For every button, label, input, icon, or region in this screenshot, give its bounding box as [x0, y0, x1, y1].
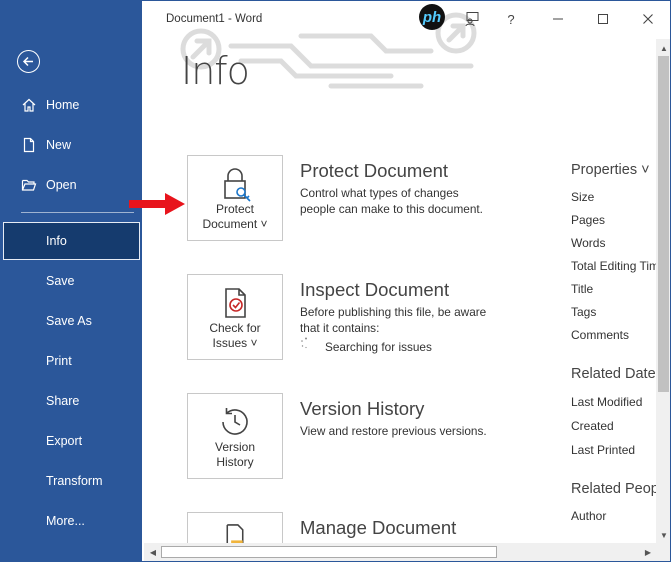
sidebar-item-home[interactable]: Home — [1, 87, 142, 123]
property-size: Size — [571, 190, 595, 204]
version-history-button[interactable]: Version History — [187, 393, 283, 479]
property-last-modified: Last Modified — [571, 395, 643, 409]
sidebar-item-save[interactable]: Save — [1, 263, 142, 299]
version-history-title: Version History — [300, 398, 425, 419]
property-title: Title — [571, 282, 594, 296]
sidebar-item-label: Save — [46, 274, 75, 288]
sidebar-item-label: Home — [46, 98, 80, 112]
folder-open-icon — [21, 179, 37, 191]
sidebar-item-info[interactable]: Info — [3, 222, 140, 260]
protect-document-desc-line2: people can make to this document. — [300, 202, 483, 216]
sidebar-item-label: Share — [46, 394, 80, 408]
check-for-issues-label-line1: Check for — [209, 321, 261, 335]
home-icon — [22, 98, 36, 112]
sidebar-item-new[interactable]: New — [1, 127, 142, 163]
scroll-left-arrow-icon[interactable]: ◀ — [146, 545, 160, 559]
scroll-down-arrow-icon[interactable]: ▼ — [657, 528, 670, 542]
word-backstage-window: Home New Open Info Save Save As Print Sh… — [0, 0, 671, 562]
sidebar-item-label: Save As — [46, 314, 92, 328]
window-title: Document1 - Word — [166, 13, 263, 25]
related-people-heading: Related Peop — [571, 481, 659, 497]
sidebar-item-print[interactable]: Print — [1, 343, 142, 379]
document-check-icon — [225, 288, 246, 318]
back-arrow-icon — [22, 56, 33, 67]
scroll-right-arrow-icon[interactable]: ▶ — [641, 545, 655, 559]
property-tags: Tags — [571, 305, 597, 319]
close-button[interactable] — [634, 5, 662, 33]
manage-document-title: Manage Document — [300, 517, 457, 538]
check-for-issues-label-line2: Issues ˅ — [212, 336, 258, 350]
check-for-issues-button[interactable]: Check for Issues ˅ — [187, 274, 283, 360]
inspect-document-desc-line2: that it contains: — [300, 321, 380, 335]
sidebar-item-share[interactable]: Share — [1, 383, 142, 419]
sidebar-item-more[interactable]: More... — [1, 503, 142, 539]
close-icon — [643, 14, 653, 24]
red-arrow-annotation — [129, 193, 185, 215]
property-pages: Pages — [571, 213, 606, 227]
protect-document-label-line2: Document ˅ — [202, 217, 268, 231]
clock-history-icon — [222, 408, 248, 435]
property-total-editing-time: Total Editing Tim — [571, 259, 660, 273]
sidebar-item-label: New — [46, 138, 72, 152]
sidebar-item-label: Info — [46, 234, 67, 248]
sidebar-divider — [21, 212, 134, 213]
sidebar-item-label: Print — [46, 354, 72, 368]
help-button[interactable]: ? — [497, 5, 525, 33]
related-dates-heading: Related Date — [571, 366, 656, 382]
sidebar-item-transform[interactable]: Transform — [1, 463, 142, 499]
sidebar-item-label: More... — [46, 514, 85, 528]
loading-spinner-icon — [301, 337, 307, 349]
sidebar-item-export[interactable]: Export — [1, 423, 142, 459]
minimize-icon — [553, 18, 563, 20]
inspect-status-text: Searching for issues — [325, 340, 432, 354]
inspect-document-desc-line1: Before publishing this file, be aware — [300, 305, 487, 319]
minimize-button[interactable] — [544, 5, 572, 33]
maximize-icon — [598, 14, 608, 24]
version-history-label-line2: History — [216, 455, 254, 469]
vertical-scroll-thumb[interactable] — [658, 56, 669, 392]
version-history-label-line1: Version — [214, 440, 256, 454]
page-title: Info — [181, 49, 250, 93]
protect-document-label-line1: Protect — [215, 202, 254, 216]
sidebar-item-open[interactable]: Open — [1, 167, 142, 203]
properties-heading[interactable]: Properties ˅ — [571, 162, 650, 178]
sidebar-item-save-as[interactable]: Save As — [1, 303, 142, 339]
new-document-icon — [23, 137, 35, 153]
sidebar-item-label: Export — [46, 434, 83, 448]
person-presentation-icon — [465, 12, 479, 27]
maximize-button[interactable] — [589, 5, 617, 33]
back-button[interactable] — [17, 50, 40, 73]
inspect-document-title: Inspect Document — [300, 279, 450, 300]
property-words: Words — [571, 236, 606, 250]
protect-document-desc-line1: Control what types of changes — [300, 186, 459, 200]
property-author: Author — [571, 509, 607, 523]
coauthor-button[interactable] — [458, 5, 486, 33]
lock-key-icon — [224, 168, 251, 202]
property-last-printed: Last Printed — [571, 443, 636, 457]
protect-document-button[interactable]: Protect Document ˅ — [187, 155, 283, 241]
sidebar-item-label: Open — [46, 178, 77, 192]
property-created: Created — [571, 419, 614, 433]
property-comments: Comments — [571, 328, 630, 342]
horizontal-scroll-thumb[interactable] — [161, 546, 497, 558]
version-history-desc: View and restore previous versions. — [300, 424, 487, 438]
sidebar-item-label: Transform — [46, 474, 103, 488]
protect-document-title: Protect Document — [300, 160, 449, 181]
scrollbar-corner — [656, 543, 670, 561]
site-logo: ph — [419, 4, 445, 30]
backstage-sidebar: Home New Open Info Save Save As Print Sh… — [1, 1, 142, 561]
scroll-up-arrow-icon[interactable]: ▲ — [657, 41, 670, 55]
